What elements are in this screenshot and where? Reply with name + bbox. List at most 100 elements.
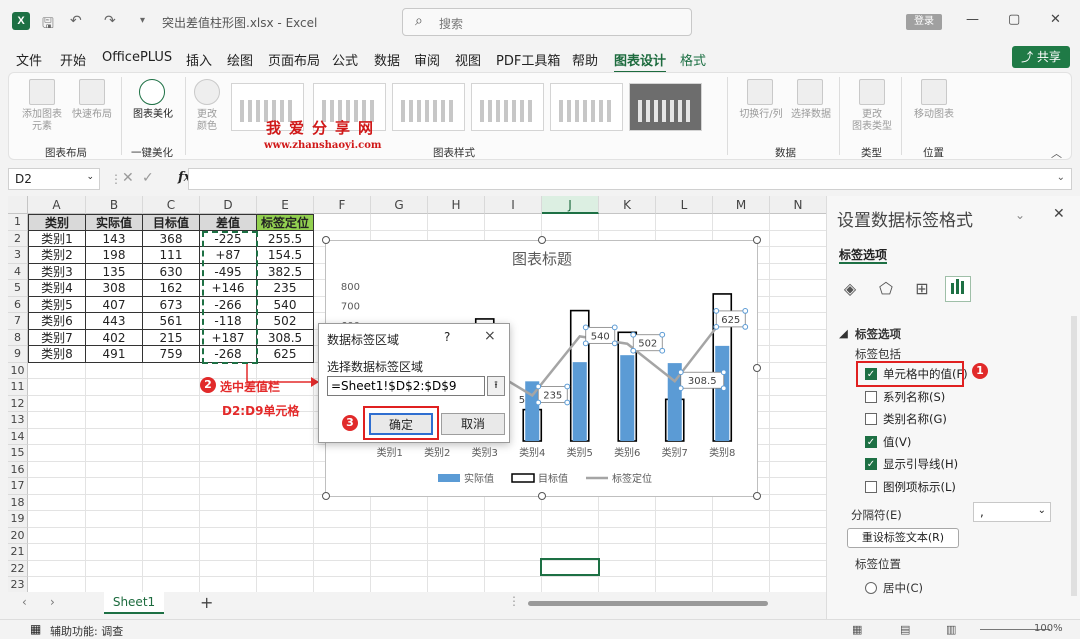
row-header-5[interactable]: 5 — [8, 280, 28, 297]
data-label[interactable]: 540 — [591, 331, 610, 342]
checkbox-5[interactable] — [865, 480, 877, 493]
undo-icon[interactable]: ↶ — [70, 13, 82, 29]
column-header-B[interactable]: B — [86, 196, 143, 214]
customize-icon[interactable]: ▾ — [140, 15, 145, 26]
row-header-7[interactable]: 7 — [8, 313, 28, 330]
y-tick-label[interactable]: 700 — [341, 301, 360, 312]
data-label[interactable]: 625 — [721, 315, 740, 326]
label-handle[interactable] — [630, 347, 637, 354]
row-header-19[interactable]: 19 — [8, 511, 28, 528]
column-header-G[interactable]: G — [371, 196, 428, 214]
cancel-button[interactable]: 取消 — [441, 413, 505, 435]
chart-style-4[interactable] — [471, 83, 544, 131]
chart-style-5[interactable] — [550, 83, 623, 131]
menu-page-layout[interactable]: 页面布局 — [268, 50, 320, 69]
resize-handle[interactable] — [322, 492, 330, 500]
menu-formulas[interactable]: 公式 — [332, 50, 358, 69]
tab-label-options[interactable]: 标签选项 — [839, 246, 887, 263]
minimize-icon[interactable]: — — [966, 12, 979, 27]
row-header-13[interactable]: 13 — [8, 412, 28, 429]
label-handle[interactable] — [720, 385, 727, 392]
legend-line-label[interactable]: 标签定位 — [612, 472, 652, 485]
table-cell[interactable]: 类别6 — [28, 313, 86, 330]
table-cell[interactable]: 502 — [257, 313, 314, 330]
label-handle[interactable] — [713, 324, 720, 330]
table-cell[interactable]: 143 — [86, 230, 143, 247]
menu-view[interactable]: 视图 — [455, 50, 481, 69]
add-chart-element-button[interactable]: 添加图表 元素 — [17, 109, 67, 133]
menu-review[interactable]: 审阅 — [414, 50, 440, 69]
formula-input[interactable]: ⌄ — [188, 168, 1072, 190]
menu-draw[interactable]: 绘图 — [227, 50, 253, 69]
change-color-button[interactable]: 更改 颜色 — [187, 109, 227, 133]
table-cell[interactable]: 类别5 — [28, 296, 86, 313]
normal-view-icon[interactable]: ▦ — [852, 623, 862, 636]
zoom-level[interactable]: 100% — [1034, 623, 1063, 634]
label-handle[interactable] — [535, 383, 542, 390]
table-cell[interactable]: 235 — [257, 280, 314, 297]
legend-target-label[interactable]: 目标值 — [538, 472, 568, 485]
label-handle[interactable] — [742, 308, 749, 314]
label-handle[interactable] — [630, 331, 637, 338]
menu-officeplus[interactable]: OfficePLUS — [102, 50, 172, 65]
search-box[interactable]: ⌕ 搜索 — [402, 8, 692, 36]
actual-bar[interactable] — [715, 345, 730, 441]
table-cell[interactable]: 类别2 — [28, 247, 86, 264]
chart-title[interactable]: 图表标题 — [512, 250, 572, 268]
table-cell[interactable]: 类别4 — [28, 280, 86, 297]
label-handle[interactable] — [659, 331, 666, 338]
x-tick-label[interactable]: 类别5 — [567, 446, 593, 459]
login-button[interactable]: 登录 — [906, 14, 942, 30]
menu-insert[interactable]: 插入 — [186, 50, 212, 69]
switch-row-column-button[interactable]: 切换行/列 — [735, 109, 787, 121]
center-radio[interactable] — [865, 582, 877, 594]
header-cell[interactable]: 差值 — [200, 214, 257, 231]
label-handle[interactable] — [720, 369, 727, 376]
legend-actual-swatch[interactable] — [438, 474, 460, 482]
redo-icon[interactable]: ↷ — [104, 13, 116, 29]
size-properties-icon[interactable]: ⊞ — [909, 276, 935, 302]
restore-icon[interactable]: ▢ — [1008, 12, 1020, 27]
table-cell[interactable]: 154.5 — [257, 247, 314, 264]
label-handle[interactable] — [713, 308, 720, 314]
table-cell[interactable]: 类别8 — [28, 346, 86, 363]
table-cell[interactable]: 类别1 — [28, 230, 86, 247]
row-header-16[interactable]: 16 — [8, 461, 28, 478]
pane-scrollbar[interactable] — [1071, 316, 1077, 596]
column-header-C[interactable]: C — [143, 196, 200, 214]
close-icon[interactable]: ✕ — [1050, 12, 1061, 27]
column-header-H[interactable]: H — [428, 196, 485, 214]
resize-handle[interactable] — [538, 236, 546, 244]
table-cell[interactable]: 443 — [86, 313, 143, 330]
table-cell[interactable]: 198 — [86, 247, 143, 264]
select-all-corner[interactable] — [8, 196, 28, 214]
table-cell[interactable]: 540 — [257, 296, 314, 313]
row-header-8[interactable]: 8 — [8, 329, 28, 346]
change-chart-type-button[interactable]: 更改 图表类型 — [845, 109, 899, 133]
column-header-A[interactable]: A — [28, 196, 86, 214]
header-cell[interactable]: 类别 — [28, 214, 86, 231]
x-tick-label[interactable]: 类别6 — [614, 446, 640, 459]
legend-target-swatch[interactable] — [511, 473, 535, 483]
row-header-10[interactable]: 10 — [8, 362, 28, 379]
label-handle[interactable] — [564, 399, 571, 406]
actual-bar[interactable] — [620, 355, 635, 441]
x-tick-label[interactable]: 类别7 — [662, 446, 688, 459]
menu-home[interactable]: 开始 — [60, 50, 86, 69]
row-header-20[interactable]: 20 — [8, 527, 28, 544]
accessibility-status[interactable]: 辅助功能: 调查 — [50, 623, 123, 639]
table-cell[interactable]: 491 — [86, 346, 143, 363]
label-handle[interactable] — [582, 324, 589, 331]
checkbox-4[interactable]: ✓ — [865, 458, 877, 470]
checkbox-3[interactable]: ✓ — [865, 435, 877, 448]
actual-bar[interactable] — [572, 362, 587, 441]
column-header-F[interactable]: F — [314, 196, 371, 214]
label-handle[interactable] — [611, 324, 618, 331]
table-cell[interactable]: 561 — [143, 313, 200, 330]
table-cell[interactable]: 类别7 — [28, 329, 86, 346]
add-sheet-icon[interactable]: + — [200, 593, 213, 612]
row-header-4[interactable]: 4 — [8, 263, 28, 280]
collapse-ribbon-icon[interactable]: ︿ — [1051, 145, 1062, 161]
cancel-icon[interactable]: ✕ — [122, 170, 134, 186]
expand-caret-icon[interactable]: ◢ — [839, 326, 848, 340]
